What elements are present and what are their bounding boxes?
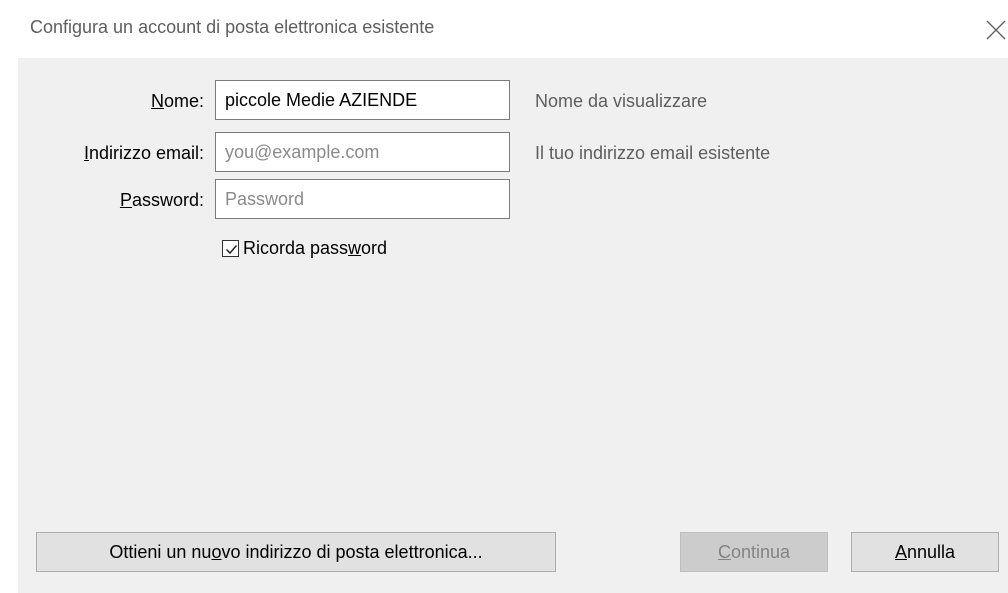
password-label: Password:: [119, 190, 204, 210]
name-access-key: N: [150, 91, 164, 111]
checkbox-checked-icon[interactable]: [222, 239, 239, 257]
remember-password-label: Ricorda password: [243, 237, 388, 258]
password-input[interactable]: [215, 179, 510, 219]
password-access-key: P: [119, 190, 132, 210]
dialog-titlebar: Configura un account di posta elettronic…: [0, 0, 1008, 58]
dialog-content: Nome: Nome da visualizzare Indirizzo ema…: [18, 58, 1008, 593]
cancel-button[interactable]: Annulla: [851, 532, 999, 572]
name-hint: Nome da visualizzare: [535, 91, 708, 111]
email-input[interactable]: [215, 132, 510, 172]
get-new-address-button[interactable]: Ottieni un nu o vo indirizzo di posta elet…: [36, 532, 556, 572]
remember-access-key: w: [348, 237, 362, 258]
close-icon[interactable]: [985, 19, 1007, 41]
continue-button[interactable]: Continua: [680, 532, 828, 572]
email-label: Indirizzo email:: [83, 143, 204, 163]
name-label: Nome:: [150, 91, 204, 111]
dialog-title: Configura un account di posta elettronic…: [30, 17, 435, 37]
remember-password-checkbox[interactable]: Ricorda password: [222, 236, 387, 260]
email-hint: Il tuo indirizzo email esistente: [535, 143, 771, 163]
name-input[interactable]: [215, 80, 510, 120]
